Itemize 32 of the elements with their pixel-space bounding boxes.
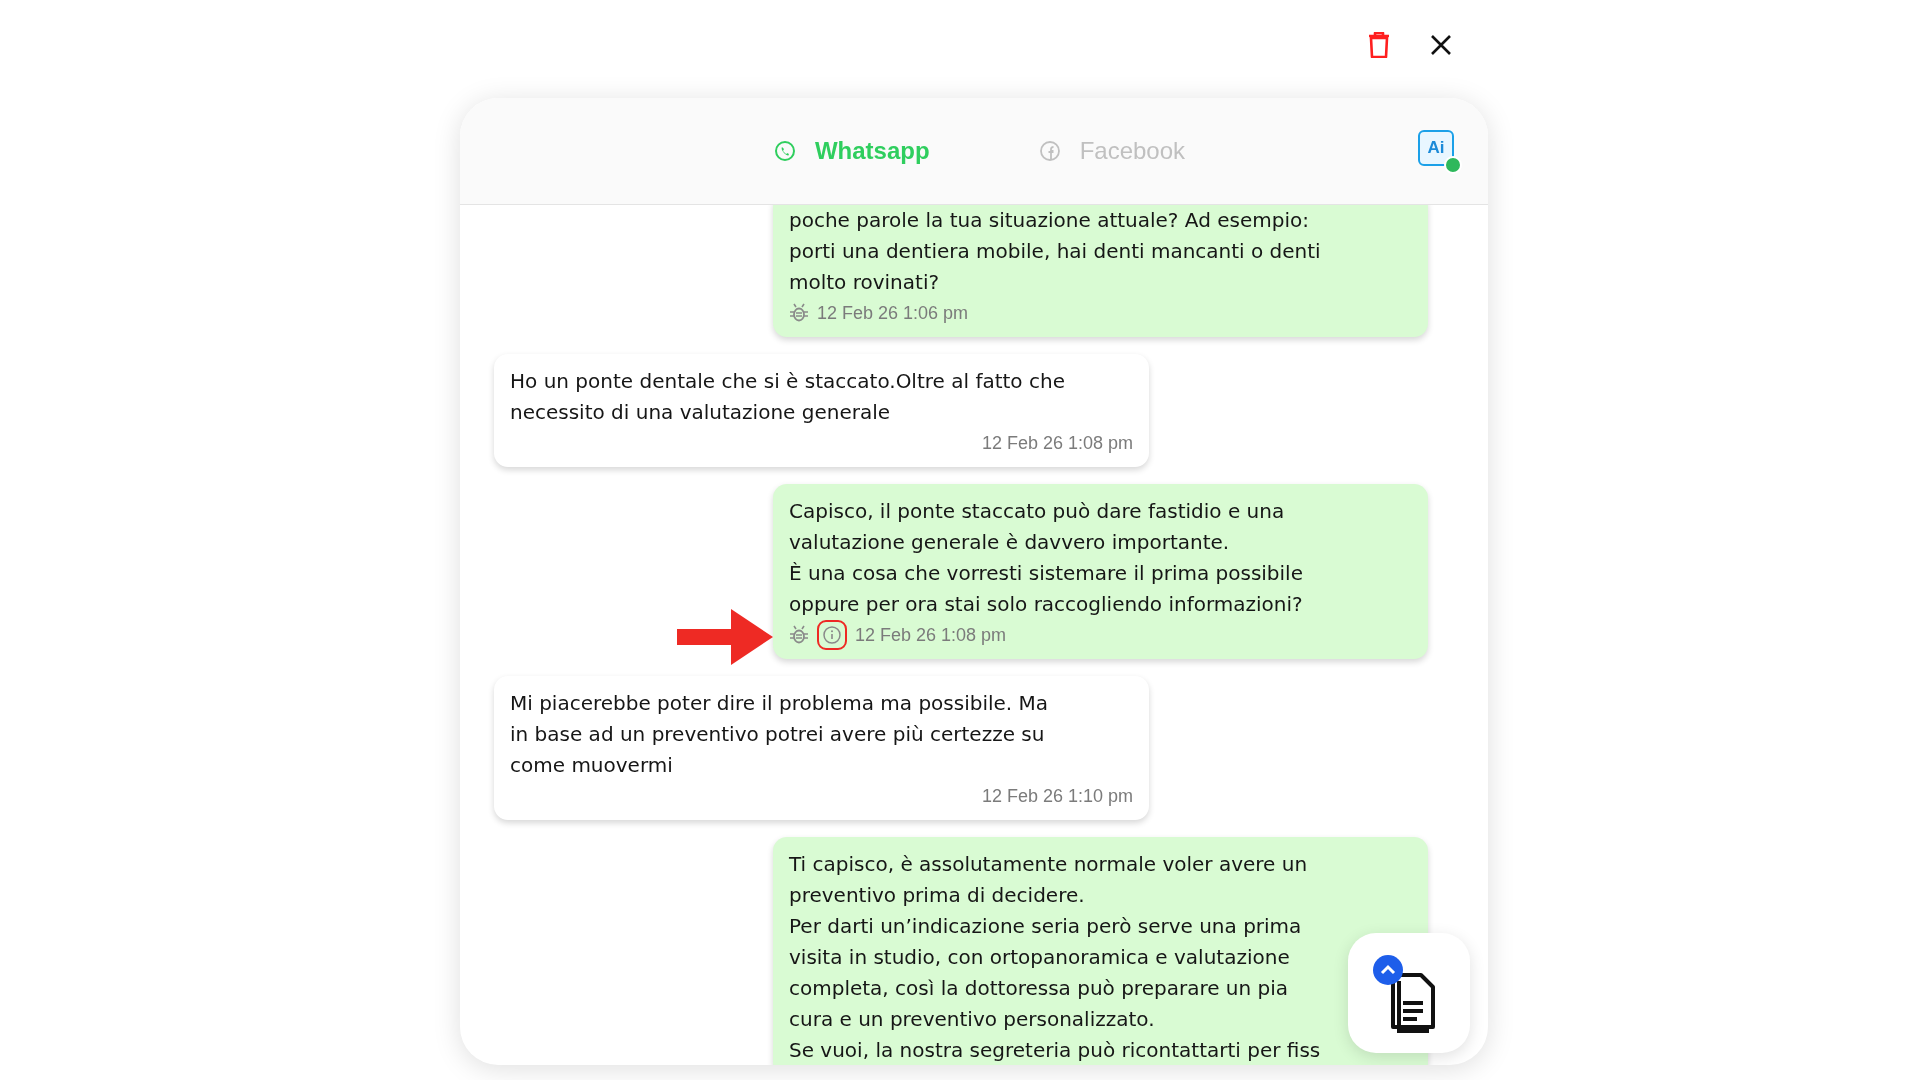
message-time: 12 Feb 26 1:08 pm: [855, 624, 1007, 646]
message-line: Se vuoi, la nostra segreteria può ricontattarti per fiss: [789, 1037, 1322, 1064]
info-button[interactable]: [817, 620, 847, 650]
message-time: 12 Feb 26 1:06 pm: [817, 302, 969, 324]
message-line: Ho un ponte dentale che si è staccato.Oltre al fatto che: [510, 368, 1066, 395]
message-line: completa, così la dottoressa può preparare un pia: [789, 975, 1290, 1002]
close-icon: [1430, 34, 1452, 56]
message-line: Ti capisco, è assolutamente normale voler avere un: [789, 851, 1309, 878]
document-button[interactable]: [1348, 933, 1470, 1053]
info-icon: [822, 625, 842, 645]
message-time: 12 Feb 26 1:08 pm: [981, 432, 1133, 454]
message-time: 12 Feb 26 1:10 pm: [981, 785, 1133, 807]
channel-tab[interactable]: Facebook: [1033, 131, 1190, 171]
message-line: Per darti un’indicazione seria però serve una prima: [789, 913, 1303, 940]
channel-tab[interactable]: Whatsapp: [768, 131, 934, 171]
message-line: visita in studio, con ortopanoramica e valutazione: [789, 944, 1291, 971]
message-line: come muovermi: [510, 752, 674, 779]
phone-bubble-icon: [772, 139, 797, 163]
message-line: cura e un preventivo personalizzato.: [789, 1006, 1156, 1033]
message-line: necessito di una valutazione generale: [510, 399, 892, 426]
trash-icon: [1368, 32, 1390, 58]
message-line: valutazione generale è davvero importante.: [789, 529, 1231, 556]
message-line: in base ad un preventivo potrei avere più certezze su: [510, 721, 1046, 748]
message-line: preventivo prima di decidere.: [789, 882, 1086, 909]
message-line: poche parole la tua situazione attuale? Ad esempio:: [789, 207, 1310, 234]
message-line: molto rovinati?: [789, 269, 941, 296]
f-circle-icon: [1037, 139, 1062, 163]
message-line: oppure per ora stai solo raccogliendo informazioni?: [789, 591, 1304, 618]
message-line: Mi piacerebbe poter dire il problema ma possibile. Ma: [510, 690, 1050, 717]
message-line: Capisco, il ponte staccato può dare fastidio e una: [789, 498, 1286, 525]
message-line: È una cosa che vorresti sistemare il prima possibile: [789, 560, 1304, 587]
message-line: porti una dentiera mobile, hai denti mancanti o denti: [789, 238, 1322, 265]
